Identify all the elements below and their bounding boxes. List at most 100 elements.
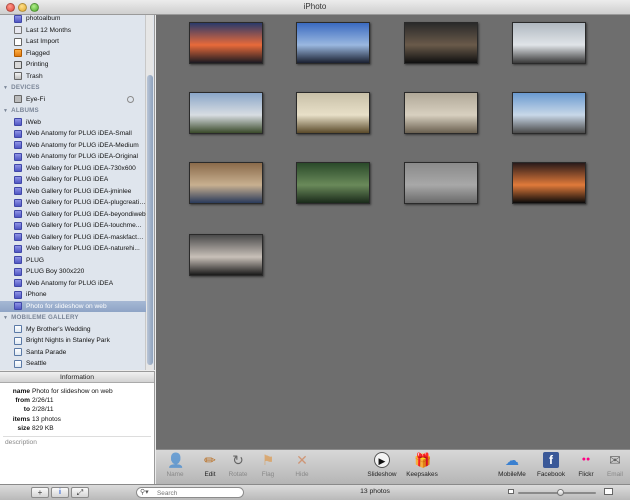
keepsakes-button-label: Keepsakes xyxy=(406,471,438,478)
devices-header-label: DEVICES xyxy=(11,84,40,91)
sidebar-album-5[interactable]: Web Gallery for PLUG iDEA xyxy=(0,174,146,186)
zoom-large-icon xyxy=(604,488,613,495)
album-icon xyxy=(14,15,22,23)
photo-thumbnail[interactable] xyxy=(512,162,586,204)
status-bar: + i ⤢ ⚲▾ 13 photos xyxy=(0,484,630,500)
name-button[interactable]: 👤 Name xyxy=(159,452,191,484)
hide-button[interactable]: ✕ Hide xyxy=(286,452,318,484)
search-icon[interactable]: ⚲▾ xyxy=(140,488,149,498)
search-input[interactable] xyxy=(157,489,241,497)
email-button-label: Email xyxy=(607,471,623,478)
sidebar-album-8-label: Web Gallery for PLUG iDEA-beyondiweb xyxy=(26,210,146,218)
rotate-button-label: Rotate xyxy=(228,471,248,478)
sidebar-album-3[interactable]: Web Anatomy for PLUG iDEA-Original xyxy=(0,151,146,163)
sidebar-gallery-3[interactable]: Seattle xyxy=(0,358,146,370)
sidebar-item-4[interactable]: Printing xyxy=(0,59,146,71)
photo-thumbnail[interactable] xyxy=(189,162,263,204)
add-button[interactable]: + xyxy=(31,487,49,498)
sidebar-album-7[interactable]: Web Gallery for PLUG iDEA-plugcreative xyxy=(0,197,146,209)
sidebar-album-10[interactable]: Web Gallery for PLUG iDEA-maskfactory xyxy=(0,232,146,244)
album-icon xyxy=(14,210,22,219)
fullscreen-button[interactable]: ⤢ xyxy=(71,487,89,498)
email-icon: ✉ xyxy=(609,452,621,468)
album-icon xyxy=(14,233,22,242)
info-button[interactable]: i xyxy=(51,487,69,498)
sidebar-item-2[interactable]: Last Import xyxy=(0,36,146,48)
information-header[interactable]: Information xyxy=(0,372,154,383)
photo-grid xyxy=(156,15,630,449)
zoom-slider[interactable] xyxy=(518,489,596,496)
sidebar-device-0-label: Eye-Fi xyxy=(26,95,46,103)
sidebar-gallery-0-label: My Brother's Wedding xyxy=(26,325,91,333)
photo-thumbnail[interactable] xyxy=(296,92,370,134)
sidebar-album-13[interactable]: PLUG Boy 300x220 xyxy=(0,266,146,278)
flickr-button[interactable]: ●● Flickr xyxy=(570,452,602,484)
sidebar-scrollbar[interactable] xyxy=(145,15,153,370)
sidebar-album-1[interactable]: Web Anatomy for PLUG iDEA-Small xyxy=(0,128,146,140)
photo-thumbnail[interactable] xyxy=(404,92,478,134)
sidebar-album-16[interactable]: Photo for slideshow on web xyxy=(0,300,146,312)
sidebar-album-6-label: Web Gallery for PLUG iDEA-jminlee xyxy=(26,187,132,195)
photo-thumbnail[interactable] xyxy=(189,22,263,64)
sidebar-scrollbar-thumb[interactable] xyxy=(147,75,153,365)
zoom-slider-knob[interactable] xyxy=(556,489,564,496)
facebook-button[interactable]: f Facebook xyxy=(535,452,567,484)
devices-disclosure-icon[interactable]: ▼ xyxy=(3,85,8,91)
sidebar-album-11[interactable]: Web Gallery for PLUG iDEA-naturehi... xyxy=(0,243,146,255)
sidebar-album-6[interactable]: Web Gallery for PLUG iDEA-jminlee xyxy=(0,186,146,198)
mobileme-cloud-icon: ☁ xyxy=(505,452,519,468)
sidebar-item-0[interactable]: photoalbum xyxy=(0,15,146,25)
photo-thumbnail[interactable] xyxy=(189,92,263,134)
slideshow-button[interactable]: ▶ Slideshow xyxy=(366,452,398,484)
sidebar-album-14[interactable]: Web Anatomy for PLUG iDEA xyxy=(0,278,146,290)
photo-thumbnail[interactable] xyxy=(404,22,478,64)
sidebar-item-1[interactable]: Last 12 Months xyxy=(0,25,146,37)
photo-thumbnail[interactable] xyxy=(296,162,370,204)
description-field[interactable]: description xyxy=(5,439,37,446)
sidebar-item-3[interactable]: Flagged xyxy=(0,48,146,60)
sidebar-item-0-label: photoalbum xyxy=(26,15,61,23)
info-divider xyxy=(3,436,151,437)
email-button[interactable]: ✉ Email xyxy=(599,452,630,484)
info-value-size: 829 KB xyxy=(32,424,54,432)
sidebar-item-5[interactable]: Trash xyxy=(0,71,146,83)
sidebar-gallery-1[interactable]: Bright Nights in Stanley Park xyxy=(0,335,146,347)
albums-header[interactable]: ▼ ALBUMS xyxy=(0,105,146,116)
sidebar-album-8[interactable]: Web Gallery for PLUG iDEA-beyondiweb xyxy=(0,209,146,221)
iphoto-window: iPhoto photoalbum Last 12 Months Last Impo… xyxy=(0,0,630,500)
rotate-button[interactable]: ↻ Rotate xyxy=(222,452,254,484)
photo-thumbnail[interactable] xyxy=(512,92,586,134)
sidebar-album-15[interactable]: iPhone xyxy=(0,289,146,301)
photo-thumbnail[interactable] xyxy=(512,22,586,64)
info-value-to: 2/28/11 xyxy=(32,406,54,414)
album-icon xyxy=(14,302,22,311)
sidebar-album-11-label: Web Gallery for PLUG iDEA-naturehi... xyxy=(26,245,140,253)
sidebar-album-9[interactable]: Web Gallery for PLUG iDEA-touchme... xyxy=(0,220,146,232)
sidebar-album-2-label: Web Anatomy for PLUG iDEA-Medium xyxy=(26,141,139,149)
devices-header[interactable]: ▼ DEVICES xyxy=(0,82,146,93)
eject-icon[interactable] xyxy=(127,95,134,103)
sidebar-album-2[interactable]: Web Anatomy for PLUG iDEA-Medium xyxy=(0,140,146,152)
photo-thumbnail[interactable] xyxy=(404,162,478,204)
sidebar-album-4[interactable]: Web Gallery for PLUG iDEA-730x600 xyxy=(0,163,146,175)
albums-disclosure-icon[interactable]: ▼ xyxy=(3,108,8,114)
sidebar-device-0[interactable]: Eye-Fi xyxy=(0,94,146,106)
flag-button[interactable]: ⚑ Flag xyxy=(252,452,284,484)
flag-icon: ⚑ xyxy=(261,452,275,468)
mobileme-button[interactable]: ☁ MobileMe xyxy=(496,452,528,484)
mobileme-header[interactable]: ▼ MOBILEME GALLERY xyxy=(0,312,146,323)
name-icon: 👤 xyxy=(167,452,185,468)
photo-thumbnail[interactable] xyxy=(296,22,370,64)
sidebar-gallery-2-label: Santa Parade xyxy=(26,348,67,356)
photo-thumbnail[interactable] xyxy=(189,234,263,276)
sidebar-gallery-2[interactable]: Santa Parade xyxy=(0,347,146,359)
info-row-name: name Photo for slideshow on web xyxy=(0,387,155,396)
mobileme-disclosure-icon[interactable]: ▼ xyxy=(3,315,8,321)
sidebar-album-0-label: iWeb xyxy=(26,118,41,126)
album-icon xyxy=(14,244,22,253)
keepsakes-button[interactable]: 🎁 Keepsakes xyxy=(406,452,438,484)
sidebar-gallery-0[interactable]: My Brother's Wedding xyxy=(0,324,146,336)
sidebar-album-12[interactable]: PLUG xyxy=(0,255,146,267)
search-field[interactable]: ⚲▾ xyxy=(136,487,244,498)
sidebar-album-0[interactable]: iWeb xyxy=(0,117,146,129)
